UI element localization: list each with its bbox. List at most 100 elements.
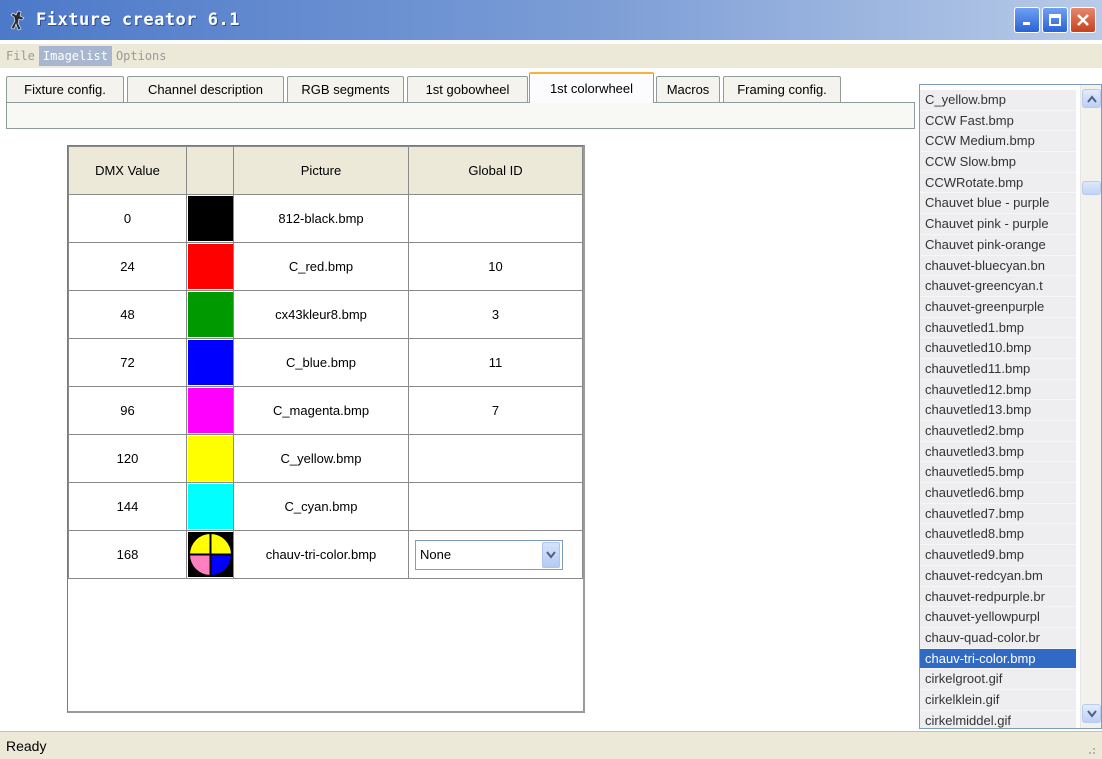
list-item[interactable]: cirkelmiddel.gif [920,710,1076,728]
picture-cell[interactable]: cx43kleur8.bmp [233,290,409,339]
list-item[interactable]: chauvetled13.bmp [920,400,1076,421]
menu-imagelist[interactable]: Imagelist [38,46,112,66]
close-button[interactable] [1070,7,1096,33]
menu-options[interactable]: Options [112,46,171,66]
list-item[interactable]: CCW Fast.bmp [920,110,1076,132]
title-bar[interactable]: Fixture creator 6.1 [0,0,1102,40]
table-row[interactable]: 168 chauv-tri-color.bmp None [68,530,583,579]
list-item[interactable]: chauvetled1.bmp [920,317,1076,339]
picture-cell[interactable]: 812-black.bmp [233,194,409,243]
dmx-value-cell[interactable]: 48 [68,290,187,339]
scroll-up-button[interactable] [1082,89,1101,108]
list-item[interactable]: Chauvet blue - purple [920,193,1076,215]
list-item[interactable]: chauv-tri-color.bmp [920,648,1076,670]
list-item[interactable]: chauv-quad-color.br [920,627,1076,649]
global-id-cell[interactable]: 10 [408,242,583,291]
list-item[interactable]: chauvetled12.bmp [920,379,1076,401]
imagelist-listbox[interactable]: C_yellow.bmp CCW Fast.bmp CCW Medium.bmp CC… [919,84,1102,729]
list-item[interactable]: chauvet-redpurple.br [920,586,1076,608]
color-cell[interactable] [186,194,234,243]
global-id-cell[interactable] [408,434,583,483]
minimize-button[interactable] [1014,7,1040,33]
list-item[interactable]: chauvetled11.bmp [920,358,1076,380]
table-row[interactable]: 24 C_red.bmp 10 [68,242,583,291]
list-item[interactable]: CCW Slow.bmp [920,152,1076,173]
dmx-value-cell[interactable]: 168 [68,530,187,579]
list-item[interactable]: chauvetled5.bmp [920,462,1076,484]
resize-grip-icon[interactable] [1084,743,1096,755]
tab-rgb-segments[interactable]: RGB segments [287,76,404,102]
table-row[interactable]: 72 C_blue.bmp 11 [68,338,583,387]
tab-framing-config[interactable]: Framing config. [723,76,841,102]
global-id-cell[interactable] [408,482,583,531]
picture-cell[interactable]: C_yellow.bmp [233,434,409,483]
maximize-icon [1049,14,1061,26]
table-row[interactable]: 96 C_magenta.bmp 7 [68,386,583,435]
color-cell[interactable] [186,434,234,483]
picture-cell[interactable]: C_magenta.bmp [233,386,409,435]
table-row[interactable]: 144 C_cyan.bmp [68,482,583,531]
scroll-down-button[interactable] [1082,704,1101,723]
dmx-value-cell[interactable]: 24 [68,242,187,291]
list-item[interactable]: chauvet-redcyan.bm [920,565,1076,587]
tab-1st-colorwheel[interactable]: 1st colorwheel [529,72,654,103]
header-global-id: Global ID [408,146,583,195]
tab-fixture-config[interactable]: Fixture config. [6,76,124,102]
list-item[interactable]: chauvetled3.bmp [920,441,1076,463]
picture-cell[interactable]: C_blue.bmp [233,338,409,387]
list-item[interactable]: Chauvet pink-orange [920,234,1076,256]
color-swatch [187,484,233,529]
tab-panel-header [6,102,915,129]
tab-channel-description[interactable]: Channel description [127,76,284,102]
list-item[interactable]: cirkelklein.gif [920,689,1076,711]
imagelist-scrollbar[interactable] [1080,85,1101,728]
dmx-value-cell[interactable]: 72 [68,338,187,387]
status-bar: Ready [0,731,1102,759]
maximize-button[interactable] [1042,7,1068,33]
dmx-value-cell[interactable]: 120 [68,434,187,483]
color-cell[interactable] [186,242,234,291]
dmx-value-cell[interactable]: 144 [68,482,187,531]
list-item[interactable]: C_yellow.bmp [920,90,1076,111]
list-item[interactable]: chauvet-greencyan.t [920,276,1076,297]
list-item[interactable]: chauvetled7.bmp [920,503,1076,525]
global-id-cell[interactable]: 11 [408,338,583,387]
table-row[interactable]: 120 C_yellow.bmp [68,434,583,483]
tab-macros[interactable]: Macros [656,76,720,102]
global-id-cell[interactable] [408,194,583,243]
global-id-cell[interactable]: None [408,530,583,579]
list-item[interactable]: Chauvet pink - purple [920,214,1076,235]
global-id-cell[interactable]: 7 [408,386,583,435]
list-item[interactable]: cirkelgroot.gif [920,669,1076,690]
color-cell[interactable] [186,386,234,435]
list-item[interactable]: chauvet-yellowpurpl [920,607,1076,628]
global-id-select[interactable]: None [415,539,563,570]
global-id-cell[interactable]: 3 [408,290,583,339]
picture-cell[interactable]: chauv-tri-color.bmp [233,530,409,579]
list-item[interactable]: chauvet-greenpurple [920,296,1076,318]
color-cell[interactable] [186,482,234,531]
color-cell[interactable] [186,290,234,339]
color-cell[interactable] [186,530,234,579]
color-swatch [187,244,233,289]
select-dropdown-button[interactable] [542,541,560,568]
list-item[interactable]: CCWRotate.bmp [920,172,1076,194]
dmx-value-cell[interactable]: 96 [68,386,187,435]
table-row[interactable]: 0 812-black.bmp [68,194,583,243]
dmx-value-cell[interactable]: 0 [68,194,187,243]
list-item[interactable]: chauvetled2.bmp [920,421,1076,442]
scroll-thumb[interactable] [1082,181,1101,195]
list-item[interactable]: chauvetled6.bmp [920,483,1076,504]
picture-cell[interactable]: C_cyan.bmp [233,482,409,531]
list-item[interactable]: chauvet-bluecyan.bn [920,255,1076,277]
tab-1st-gobowheel[interactable]: 1st gobowheel [407,76,528,102]
picture-cell[interactable]: C_red.bmp [233,242,409,291]
list-item[interactable]: chauvetled8.bmp [920,524,1076,546]
color-cell[interactable] [186,338,234,387]
table-row[interactable]: 48 cx43kleur8.bmp 3 [68,290,583,339]
list-item[interactable]: chauvetled9.bmp [920,545,1076,566]
list-item[interactable]: CCW Medium.bmp [920,131,1076,153]
list-item[interactable]: chauvetled10.bmp [920,338,1076,359]
menu-file[interactable]: File [2,46,39,66]
grid-header-row: DMX Value Picture Global ID [68,146,583,195]
